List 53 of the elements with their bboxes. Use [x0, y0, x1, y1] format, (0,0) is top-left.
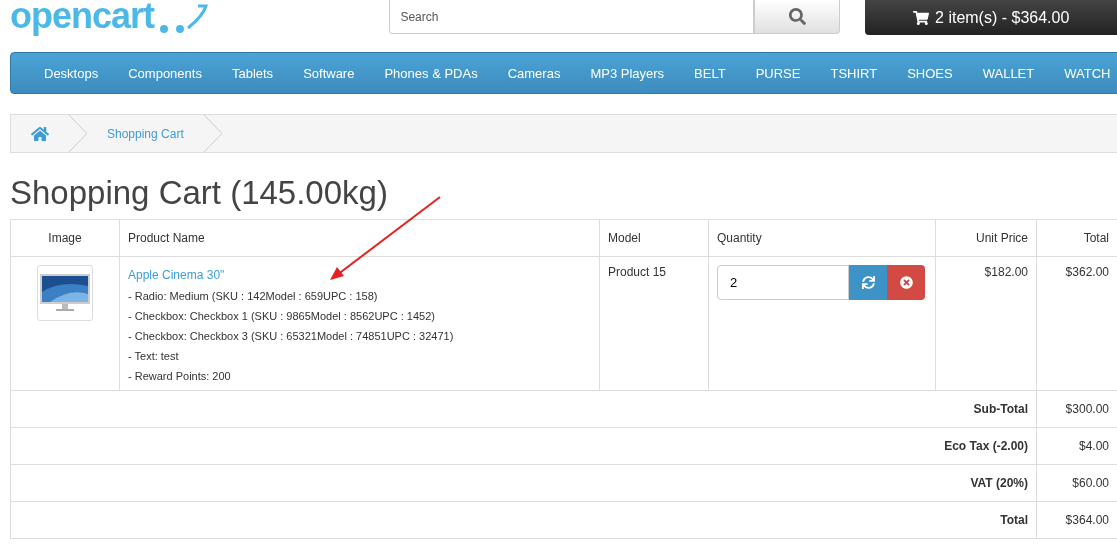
total-label: Sub-Total — [973, 402, 1028, 416]
nav-item[interactable]: WATCH — [1049, 65, 1117, 81]
nav-item[interactable]: BELT — [679, 65, 741, 81]
total-label: Total — [1000, 513, 1028, 527]
cart-button[interactable]: 2 item(s) - $364.00 — [865, 0, 1117, 35]
nav-item[interactable]: Software — [288, 65, 370, 81]
product-option: - Text: test — [128, 350, 591, 362]
nav-item[interactable]: PURSE — [740, 65, 816, 81]
column-header: Unit Price — [935, 219, 1037, 257]
search-icon — [788, 8, 806, 25]
refresh-icon — [861, 276, 875, 289]
total-label: VAT (20%) — [970, 476, 1028, 490]
total-value: $60.00 — [1072, 476, 1109, 490]
nav-item[interactable]: Components — [113, 65, 217, 81]
remove-button[interactable] — [887, 265, 925, 300]
column-header: Quantity — [708, 219, 936, 257]
total-value: $300.00 — [1065, 402, 1109, 416]
product-link[interactable]: Apple Cinema 30" — [128, 268, 591, 282]
column-header: Product Name — [119, 219, 600, 257]
nav-item[interactable]: SHOES — [892, 65, 968, 81]
table-cell: $362.00 — [1065, 265, 1109, 279]
product-option: - Reward Points: 200 — [128, 370, 591, 382]
nav-item[interactable]: Tablets — [216, 65, 289, 81]
breadcrumb-separator — [203, 115, 222, 152]
product-option: - Checkbox: Checkbox 1 (SKU : 9865Model : 8562UPC : 1452) — [128, 310, 591, 322]
update-button[interactable] — [849, 265, 887, 300]
close-icon — [899, 276, 913, 289]
cart-icon — [913, 9, 930, 26]
nav-item[interactable]: Desktops — [29, 65, 114, 81]
total-value: $4.00 — [1078, 439, 1109, 453]
quantity-field[interactable]: 2 — [717, 265, 849, 300]
cart-swoosh-icon — [158, 4, 209, 34]
nav-item[interactable]: TSHIRT — [815, 65, 893, 81]
page-title: Shopping Cart (145.00kg) — [10, 174, 389, 212]
nav-item[interactable]: Phones & PDAs — [369, 65, 493, 81]
search-button[interactable] — [754, 0, 841, 34]
logo: opencart — [10, 0, 390, 34]
nav-item[interactable]: Cameras — [492, 65, 576, 81]
product-option: - Checkbox: Checkbox 3 (SKU : 65321Model : 74851UPC : 32471) — [128, 330, 591, 342]
breadcrumb-separator — [69, 115, 87, 152]
breadcrumb-link[interactable]: Shopping Cart — [87, 115, 204, 152]
total-value: $364.00 — [1065, 513, 1109, 527]
home-icon — [31, 124, 49, 143]
table-cell: Product 15 — [608, 265, 667, 279]
total-label: Eco Tax (-2.00) — [944, 439, 1028, 453]
product-option: - Radio: Medium (SKU : 142Model : 659UPC : 158) — [128, 290, 591, 302]
search-field[interactable]: Search — [389, 0, 755, 34]
column-header: Model — [599, 219, 709, 257]
nav-item[interactable]: WALLET — [967, 65, 1050, 81]
nav-item[interactable]: MP3 Players — [575, 65, 680, 81]
column-header: Total — [1036, 219, 1117, 257]
column-header: Image — [10, 219, 120, 257]
table-cell: $182.00 — [984, 265, 1028, 279]
